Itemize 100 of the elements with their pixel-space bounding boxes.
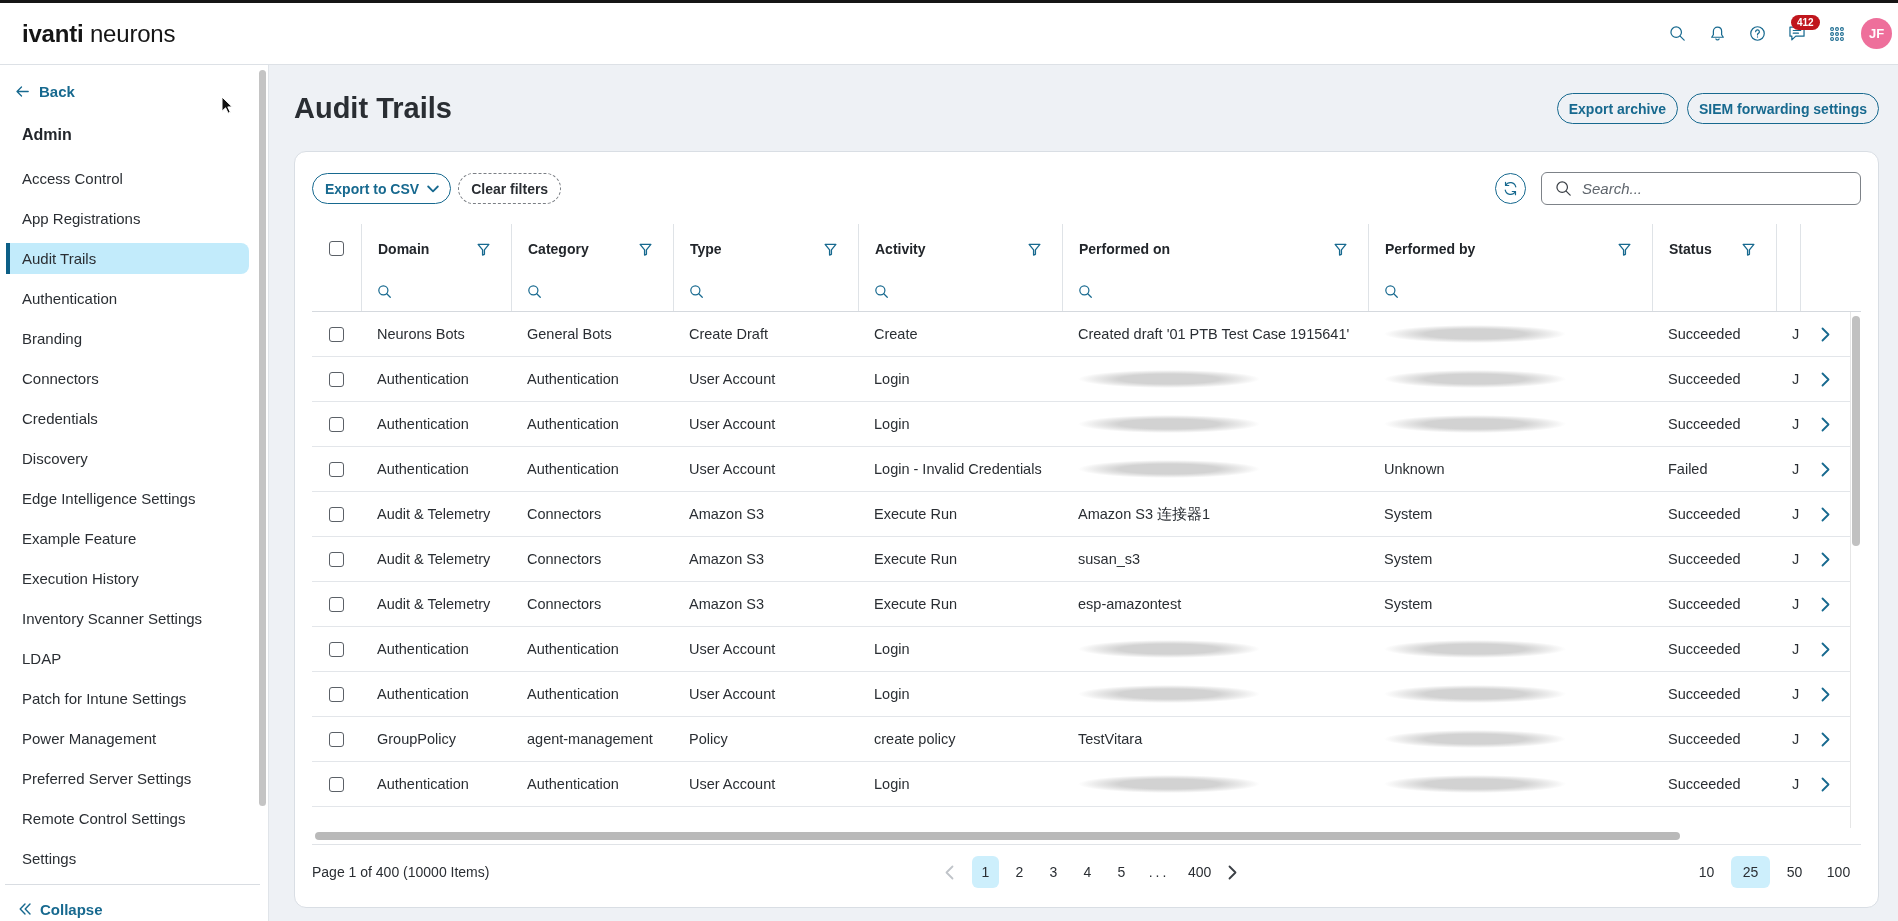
filter-icon[interactable] <box>477 242 490 256</box>
scrollbar-thumb[interactable] <box>315 832 1680 840</box>
nav-item[interactable]: LDAP <box>6 643 249 674</box>
search-icon[interactable] <box>875 285 888 298</box>
page-size-button[interactable]: 50 <box>1775 856 1814 888</box>
export-csv-button[interactable]: Export to CSV <box>312 173 452 204</box>
scrollbar-thumb[interactable] <box>259 70 266 806</box>
page-button[interactable]: 4 <box>1074 856 1101 888</box>
nav-item[interactable]: Access Control <box>6 163 249 194</box>
table-cell: Connectors <box>527 551 602 567</box>
scrollbar-thumb[interactable] <box>1852 316 1860 546</box>
table-cell: User Account <box>689 641 776 657</box>
nav-item[interactable]: Audit Trails <box>6 243 249 274</box>
column-header[interactable]: Type <box>690 241 722 257</box>
page-button[interactable]: 5 <box>1108 856 1135 888</box>
chevron-right-icon[interactable] <box>1820 596 1830 612</box>
logo: ivanti neurons <box>22 19 176 48</box>
chevron-right-icon[interactable] <box>1820 551 1830 567</box>
nav-item[interactable]: Settings <box>6 843 249 874</box>
nav-item[interactable]: Connectors <box>6 363 249 394</box>
checkbox[interactable] <box>329 776 344 792</box>
nav-item[interactable]: App Registrations <box>6 203 249 234</box>
table-cell: Failed <box>1668 461 1708 477</box>
page-button[interactable]: 400 <box>1183 856 1217 888</box>
chevron-right-icon[interactable] <box>1820 416 1830 432</box>
chevron-right-icon[interactable] <box>1228 864 1238 880</box>
column-header[interactable]: Performed on <box>1079 241 1170 257</box>
filter-icon[interactable] <box>1742 242 1755 256</box>
nav-item[interactable]: Edge Intelligence Settings <box>6 483 249 514</box>
nav-item[interactable]: Example Feature <box>6 523 249 554</box>
nav-item[interactable]: Patch for Intune Settings <box>6 683 249 714</box>
chevron-right-icon[interactable] <box>1820 686 1830 702</box>
table-cell: Succeeded <box>1668 641 1741 657</box>
table-cell: Authentication <box>377 416 469 432</box>
checkbox[interactable] <box>329 416 344 432</box>
table-cell: Authentication <box>527 686 619 702</box>
page-button[interactable]: 2 <box>1006 856 1033 888</box>
table-cell: Authentication <box>527 371 619 387</box>
chevron-right-icon[interactable] <box>1820 461 1830 477</box>
refresh-button[interactable] <box>1495 173 1526 204</box>
search-icon[interactable] <box>690 285 703 298</box>
table-cell: Authentication <box>377 641 469 657</box>
page-size-button[interactable]: 100 <box>1819 856 1858 888</box>
checkbox[interactable] <box>329 551 344 567</box>
nav-item[interactable]: Credentials <box>6 403 249 434</box>
checkbox[interactable] <box>329 371 344 387</box>
filter-icon[interactable] <box>639 242 652 256</box>
chevron-right-icon[interactable] <box>1820 776 1830 792</box>
page-button[interactable]: 3 <box>1040 856 1067 888</box>
search-icon[interactable] <box>378 285 391 298</box>
back-link[interactable]: Back <box>16 79 75 103</box>
filter-icon[interactable] <box>1618 242 1631 256</box>
filter-icon[interactable] <box>824 242 837 256</box>
column-header[interactable]: Performed by <box>1385 241 1476 257</box>
nav-item[interactable]: Branding <box>6 323 249 354</box>
checkbox[interactable] <box>329 596 344 612</box>
chevron-right-icon[interactable] <box>1820 641 1830 657</box>
search-icon[interactable] <box>528 285 541 298</box>
search-icon[interactable] <box>1669 26 1685 41</box>
apps-grid-icon[interactable] <box>1830 26 1844 41</box>
checkbox[interactable] <box>329 461 344 477</box>
checkbox[interactable] <box>329 326 344 342</box>
table-cell: Neurons Bots <box>377 326 465 342</box>
nav-item[interactable]: Remote Control Settings <box>6 803 249 834</box>
checkbox[interactable] <box>329 686 344 702</box>
table-cell: Audit & Telemetry <box>377 506 491 522</box>
table-cell: Audit & Telemetry <box>377 596 491 612</box>
nav-item[interactable]: Preferred Server Settings <box>6 763 249 794</box>
checkbox[interactable] <box>329 731 344 747</box>
filter-icon[interactable] <box>1028 242 1041 256</box>
column-header[interactable]: Status <box>1669 241 1712 257</box>
chevron-right-icon[interactable] <box>1820 326 1830 342</box>
page-size-button[interactable]: 10 <box>1687 856 1726 888</box>
checkbox[interactable] <box>329 241 344 256</box>
checkbox[interactable] <box>329 506 344 522</box>
bell-icon[interactable] <box>1709 26 1725 41</box>
page-button[interactable]: 1 <box>972 856 999 888</box>
chevron-right-icon[interactable] <box>1820 731 1830 747</box>
chevron-right-icon[interactable] <box>1820 506 1830 522</box>
column-header[interactable]: Category <box>528 241 589 257</box>
clear-filters-button[interactable]: Clear filters <box>458 173 562 204</box>
table-cell: System <box>1384 551 1433 567</box>
collapse-button[interactable]: Collapse <box>19 897 103 921</box>
column-header[interactable]: Domain <box>378 241 430 257</box>
help-icon[interactable] <box>1749 26 1765 41</box>
search-icon[interactable] <box>1385 285 1398 298</box>
table-cell: Succeeded <box>1668 776 1741 792</box>
nav-item[interactable]: Inventory Scanner Settings <box>6 603 249 634</box>
refresh-icon <box>1503 181 1518 196</box>
nav-item[interactable]: Power Management <box>6 723 249 754</box>
chevron-right-icon[interactable] <box>1820 371 1830 387</box>
search-icon[interactable] <box>1079 285 1092 298</box>
nav-item[interactable]: Discovery <box>6 443 249 474</box>
search-field[interactable]: Search... <box>1541 172 1861 205</box>
column-header[interactable]: Activity <box>875 241 926 257</box>
page-size-button[interactable]: 25 <box>1731 856 1770 888</box>
checkbox[interactable] <box>329 641 344 657</box>
nav-item[interactable]: Authentication <box>6 283 249 314</box>
filter-icon[interactable] <box>1334 242 1347 256</box>
nav-item[interactable]: Execution History <box>6 563 249 594</box>
